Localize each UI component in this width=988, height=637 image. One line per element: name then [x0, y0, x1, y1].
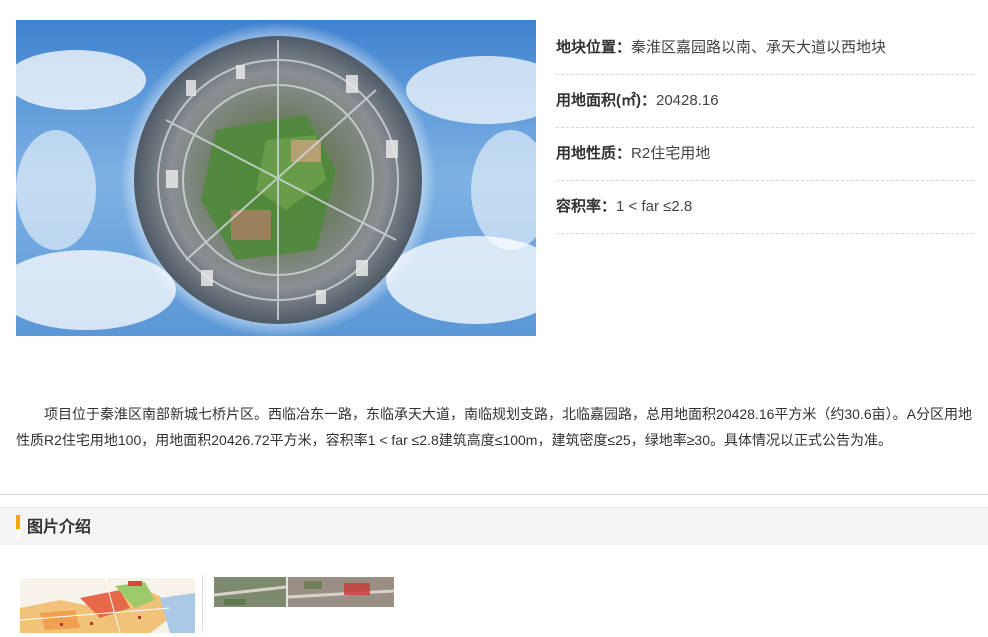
location-value: 秦淮区嘉园路以南、承天大道以西地块 — [631, 39, 887, 56]
hero-aerial-photo — [16, 20, 536, 336]
info-row-area: 用地面积(㎡)： 20428.16 — [556, 75, 974, 128]
plot-info-panel: 地块位置： 秦淮区嘉园路以南、承天大道以西地块 用地面积(㎡)： 20428.1… — [556, 22, 974, 234]
thumbnail-separator — [202, 575, 203, 631]
info-row-land-use: 用地性质： R2住宅用地 — [556, 128, 974, 181]
plot-ratio-value: 1 < far ≤2.8 — [616, 198, 693, 215]
info-row-plot-ratio: 容积率： 1 < far ≤2.8 — [556, 181, 974, 234]
section-marker-icon — [16, 515, 20, 529]
land-use-value: R2住宅用地 — [631, 145, 711, 162]
area-label: 用地面积(㎡)： — [556, 92, 656, 109]
section-divider — [0, 494, 988, 495]
thumbnail-site-plan[interactable] — [20, 578, 195, 633]
project-description: 项目位于秦淮区南部新城七桥片区。西临冶东一路，东临承天大道，南临规划支路，北临嘉… — [16, 406, 972, 448]
thumbnail-aerial-photo[interactable] — [214, 577, 394, 607]
land-use-label: 用地性质： — [556, 145, 632, 162]
location-label: 地块位置： — [556, 39, 632, 56]
info-row-location: 地块位置： 秦淮区嘉园路以南、承天大道以西地块 — [556, 22, 974, 75]
area-value: 20428.16 — [656, 92, 719, 109]
section-title: 图片介绍 — [27, 519, 92, 536]
section-marker-gap — [16, 529, 20, 539]
plot-ratio-label: 容积率： — [556, 198, 617, 215]
section-header: 图片介绍 — [0, 507, 988, 545]
